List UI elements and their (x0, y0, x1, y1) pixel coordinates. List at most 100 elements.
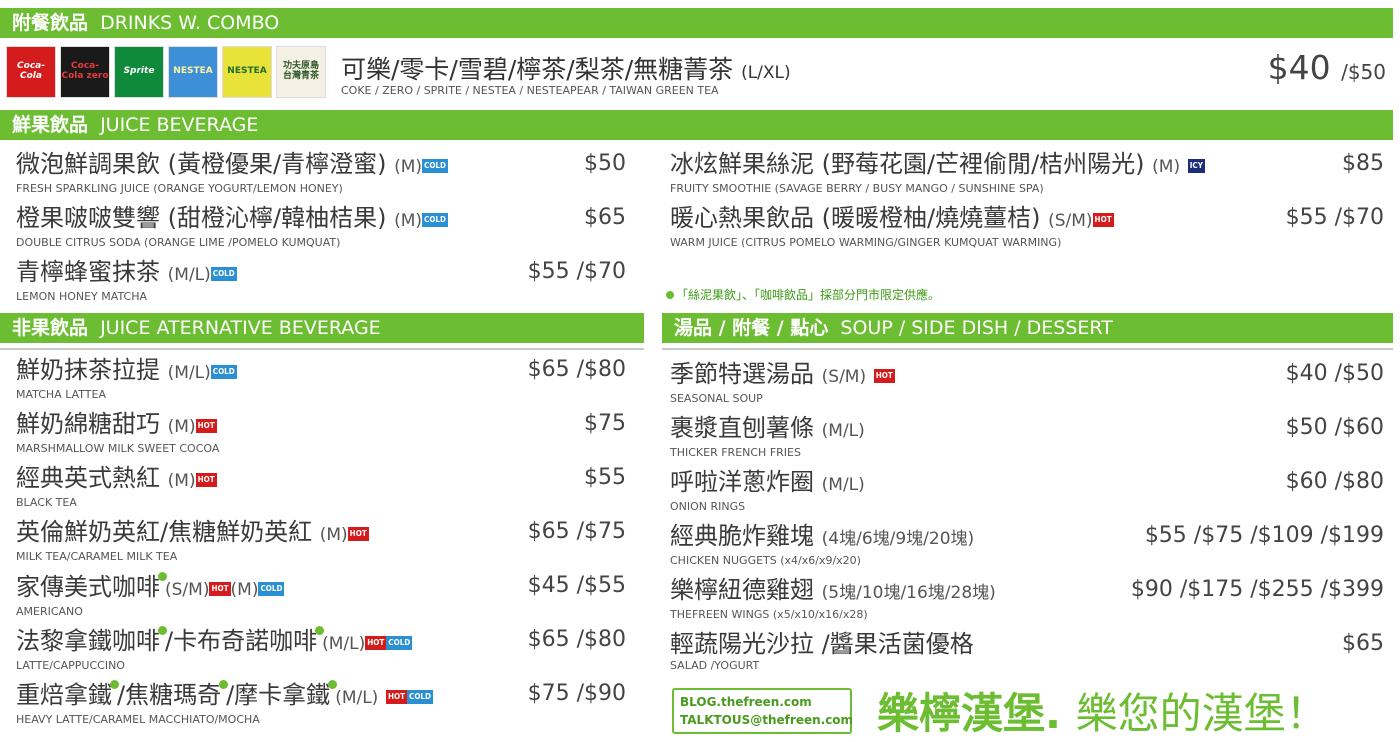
item-name: 季節特選湯品 (670, 360, 814, 388)
item-english: LEMON HONEY MATCHA (16, 290, 147, 303)
item-price: $55 /$70 (1285, 205, 1384, 230)
item-size: (M) (230, 580, 259, 600)
item-english: THICKER FRENCH FRIES (670, 446, 801, 459)
item-name: 橙果啵啵雙響 (甜橙沁檸/韓柚桔果) (16, 204, 387, 232)
note-text: 「絲泥果飲」、「咖啡飲品」採部分門市限定供應。 (676, 288, 941, 302)
section-title-cn: 非果飲品 (12, 317, 89, 339)
item-price: $85 (1342, 151, 1384, 176)
cold-tag: COLD (422, 159, 448, 173)
section-title-en: JUICE ATERNATIVE BEVERAGE (100, 317, 381, 339)
item-size: (M/L) (335, 688, 379, 708)
item-name: /卡布奇諾咖啡 (165, 627, 318, 655)
blog-link[interactable]: BLOG.thefreen.com (680, 693, 844, 711)
section-title-cn: 附餐飲品 (12, 12, 89, 34)
menu-item: 輕蔬陽光沙拉 /醬果活菌優格 SALAD /YOGURT (670, 630, 974, 672)
item-size: (M/L) (821, 475, 865, 495)
menu-item: 季節特選湯品 (S/M) HOT SEASONAL SOUP (670, 360, 895, 405)
item-price: $50 (584, 151, 626, 176)
cold-tag: COLD (210, 365, 237, 379)
item-english: THEFREEN WINGS (x5/x10/x16/x28) (670, 608, 868, 621)
item-name: /摩卡拿鐵 (226, 681, 331, 709)
availability-note: 「絲泥果飲」、「咖啡飲品」採部分門市限定供應。 (666, 286, 940, 303)
drink-can-images: Coca-Cola Coca-Cola zero Sprite NESTEA N… (6, 46, 326, 98)
hot-tag: HOT (385, 690, 408, 704)
item-size: (M) (167, 471, 196, 491)
item-english: FRESH SPARKLING JUICE (ORANGE YOGURT/LEM… (16, 182, 343, 195)
item-english: ONION RINGS (670, 500, 746, 513)
item-name: 冰炫鮮果絲泥 (野莓花園/芒裡偷閒/桔州陽光) (670, 150, 1145, 178)
item-name: 家傳美式咖啡 (16, 573, 160, 601)
item-size: (M) (394, 211, 423, 231)
brand-name: 樂檸漢堡. (877, 689, 1061, 738)
hot-tag: HOT (873, 369, 895, 383)
item-english: SALAD /YOGURT (670, 659, 760, 672)
green-tea-image: 功夫原島 台灣青茶 (276, 46, 326, 98)
item-english: AMERICANO (16, 605, 83, 618)
item-price: $55 (584, 465, 626, 490)
section-title-en: JUICE BEVERAGE (100, 114, 259, 136)
divider (662, 348, 1393, 350)
item-price: $55 /$70 (527, 259, 626, 284)
email-link[interactable]: TALKTOUS@thefreen.com (680, 711, 853, 729)
section-header-soup: 湯品 / 附餐 / 點心 SOUP / SIDE DISH / DESSERT (662, 313, 1393, 343)
cold-tag: COLD (386, 636, 413, 650)
item-english: MATCHA LATTEA (16, 388, 106, 401)
item-size: (M) (1152, 157, 1181, 177)
item-name: 輕蔬陽光沙拉 /醬果活菌優格 (670, 630, 974, 658)
nestea-lemon-image: NESTEA (168, 46, 218, 98)
item-size: (M/L) (821, 421, 865, 441)
item-english: MARSHMALLOW MILK SWEET COCOA (16, 442, 220, 455)
item-english: MILK TEA/CARAMEL MILK TEA (16, 550, 178, 563)
cold-tag: COLD (258, 582, 285, 596)
menu-item: 冰炫鮮果絲泥 (野莓花園/芒裡偷閒/桔州陽光) (M) ICY FRUITY S… (670, 150, 1205, 195)
cold-tag: COLD (422, 213, 448, 227)
item-name: 青檸蜂蜜抹茶 (16, 258, 160, 286)
item-price: $65 (584, 205, 626, 230)
item-name: 法黎拿鐵咖啡 (16, 627, 160, 655)
item-price: $55 /$75 /$109 /$199 (1144, 523, 1384, 548)
item-size: (M/L) (167, 363, 211, 383)
item-size: (5塊/10塊/16塊/28塊) (821, 583, 996, 603)
item-price: $60 /$80 (1285, 469, 1384, 494)
item-price: $65 /$75 (527, 519, 626, 544)
item-english: HEAVY LATTE/CARAMEL MACCHIATO/MOCHA (16, 713, 260, 726)
menu-item: 經典脆炸雞塊 (4塊/6塊/9塊/20塊) CHICKEN NUGGETS (x… (670, 522, 974, 567)
item-name: 經典脆炸雞塊 (670, 522, 814, 550)
item-english: DOUBLE CITRUS SODA (ORANGE LIME /POMELO … (16, 236, 341, 249)
item-name: 經典英式熱紅 (16, 464, 160, 492)
item-price: $40 /$50 (1285, 361, 1384, 386)
item-size: (M) (167, 417, 196, 437)
section-header-nonjuice: 非果飲品 JUICE ATERNATIVE BEVERAGE (0, 313, 644, 343)
item-name: 重焙拿鐵 (16, 681, 112, 709)
slogan-text: 樂您的漢堡！ (1075, 689, 1328, 738)
item-price: $50 /$60 (1285, 415, 1384, 440)
menu-item: 青檸蜂蜜抹茶 (M/L) COLD LEMON HONEY MATCHA (16, 258, 237, 303)
menu-item: 英倫鮮奶英紅/焦糖鮮奶英紅 (M) HOT MILK TEA/CARAMEL MI… (16, 518, 369, 563)
drinks-price: $40 /$50 (1268, 48, 1386, 87)
item-size: (M) (394, 157, 423, 177)
item-name: 裹漿直刨薯條 (670, 414, 814, 442)
menu-item: 裹漿直刨薯條 (M/L) THICKER FRENCH FRIES (670, 414, 865, 459)
contact-box: BLOG.thefreen.com TALKTOUS@thefreen.com (672, 688, 853, 734)
item-price: $45 /$55 (527, 573, 626, 598)
item-name: 呼啦洋蔥炸圈 (670, 468, 814, 496)
item-price: $75 /$90 (527, 681, 626, 706)
menu-item: 呼啦洋蔥炸圈 (M/L) ONION RINGS (670, 468, 865, 513)
hot-tag: HOT (365, 636, 387, 650)
menu-item: 家傳美式咖啡 (S/M) HOT (M) COLD AMERICANO (16, 572, 285, 618)
item-size: (4塊/6塊/9塊/20塊) (821, 529, 975, 549)
item-name: /焦糖瑪奇 (117, 681, 222, 709)
drinks-english: COKE / ZERO / SPRITE / NESTEA / NESTEAPE… (341, 84, 719, 97)
section-header-juice: 鮮果飲品 JUICE BEVERAGE (0, 110, 1393, 140)
menu-item: 鮮奶綿糖甜巧 (M) HOT MARSHMALLOW MILK SWEET COC… (16, 410, 219, 455)
drinks-size: (L/XL) (741, 63, 791, 83)
hot-tag: HOT (347, 527, 369, 541)
coke-can-image: Coca-Cola (6, 46, 56, 98)
hot-tag: HOT (1092, 213, 1114, 227)
item-english: CHICKEN NUGGETS (x4/x6/x9/x20) (670, 554, 861, 567)
item-size: (M/L) (167, 265, 211, 285)
drinks-price-alt: /$50 (1341, 60, 1386, 84)
item-size: (S/M) (165, 580, 210, 600)
item-english: SEASONAL SOUP (670, 392, 763, 405)
section-title-en: SOUP / SIDE DISH / DESSERT (840, 317, 1113, 339)
